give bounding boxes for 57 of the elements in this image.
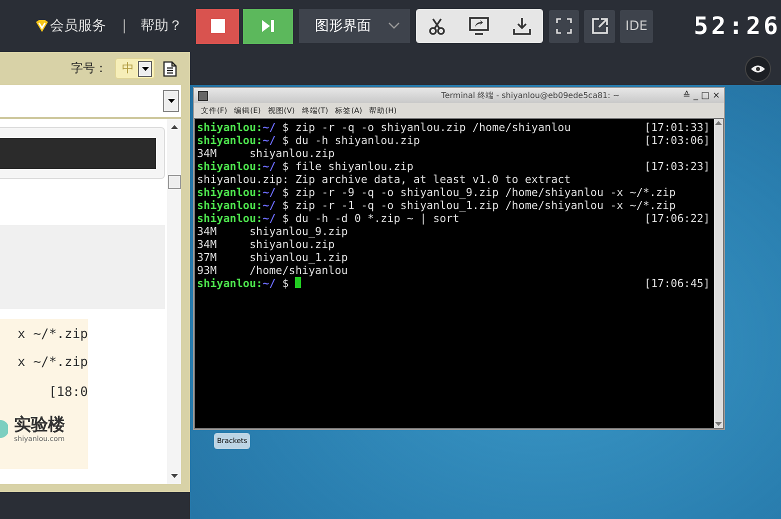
scissors-icon[interactable] [428, 17, 446, 35]
scroll-up-icon[interactable] [170, 125, 178, 129]
logo-text: 实验楼 [14, 415, 65, 435]
terminal-icon [198, 90, 208, 100]
separator: | [122, 18, 127, 34]
document-icon[interactable] [163, 60, 177, 76]
timestamp: [17:06:22] [644, 212, 710, 225]
timer: 52:26 [694, 12, 781, 40]
code-line: [18:0 [48, 385, 88, 401]
screen-share-icon[interactable] [469, 17, 490, 35]
terminal-line: shiyanlou:~/ $ du -h shiyanlou.zip [197, 134, 420, 147]
timestamp: [17:01:33] [644, 121, 710, 134]
help-link[interactable]: 帮助？ [140, 17, 183, 35]
window-control[interactable]: ≙ [682, 90, 690, 100]
terminal-line: shiyanlou:~/ $ [197, 277, 302, 290]
terminal-line: shiyanlou:~/ $ zip -r -q -o shiyanlou.zip /home/shiyanlou [197, 121, 571, 134]
code-line: x ~/*.zip [18, 327, 88, 343]
dropdown-arrow-icon [168, 99, 174, 103]
scroll-down-icon[interactable] [170, 474, 178, 478]
terminal-line: shiyanlou:~/ $ zip -r -1 -q -o shiyanlou_1.zip /home/shiyanlou -x ~/*.zip [197, 199, 676, 212]
ide-button[interactable]: IDE [620, 10, 653, 42]
eye-icon [751, 64, 765, 72]
timestamp: [17:06:45] [644, 277, 710, 290]
timestamp: [17:03:23] [644, 160, 710, 173]
font-size-label: 字号： [71, 60, 107, 77]
terminal-output: 37M shiyanlou_1.zip [197, 251, 348, 264]
terminal-output: 34M shiyanlou.zip [197, 238, 335, 251]
fullscreen-button[interactable] [548, 10, 580, 42]
window-control[interactable]: □ [700, 90, 710, 100]
terminal-line: shiyanlou:~/ $ du -h -d 0 *.zip ~ | sort [197, 212, 460, 225]
timestamp: [17:03:06] [644, 134, 710, 147]
window-control[interactable]: × [712, 90, 720, 100]
stop-button[interactable] [196, 8, 240, 44]
eye-button[interactable] [745, 56, 771, 82]
v-badge-icon [35, 19, 49, 33]
terminal-output: 93M /home/shiyanlou [197, 264, 348, 277]
member-service-link[interactable]: 会员服务 [35, 17, 106, 35]
dropdown-arrow-icon [142, 66, 148, 70]
external-link-icon [590, 17, 609, 35]
terminal-line: shiyanlou:~/ $ file shiyanlou.zip [197, 160, 414, 173]
code-line: x ~/*.zip [18, 355, 88, 371]
external-link-button[interactable] [584, 10, 616, 42]
mode-dropdown[interactable]: 图形界面 [299, 9, 410, 43]
window-control[interactable]: _ [693, 90, 698, 100]
scrollbar[interactable] [167, 119, 181, 484]
scroll-thumb[interactable] [168, 174, 180, 188]
logo-icon [0, 420, 8, 438]
play-next-icon [262, 20, 274, 32]
window-title: Terminal 终端 - shiyanlou@eb09ede5ca81: ~ [440, 90, 621, 101]
fullscreen-icon [556, 18, 572, 34]
terminal-output: shiyanlou.zip: Zip archive data, at least v1.0 to extract [197, 173, 571, 186]
terminal-line: shiyanlou:~/ $ zip -r -9 -q -o shiyanlou_9.zip /home/shiyanlou -x ~/*.zip [197, 186, 676, 199]
terminal-output: 34M shiyanlou.zip [197, 147, 335, 160]
terminal-output: 34M shiyanlou_9.zip [197, 225, 348, 238]
download-icon[interactable] [512, 17, 531, 35]
stop-icon [210, 19, 225, 33]
chevron-down-icon [388, 22, 400, 30]
